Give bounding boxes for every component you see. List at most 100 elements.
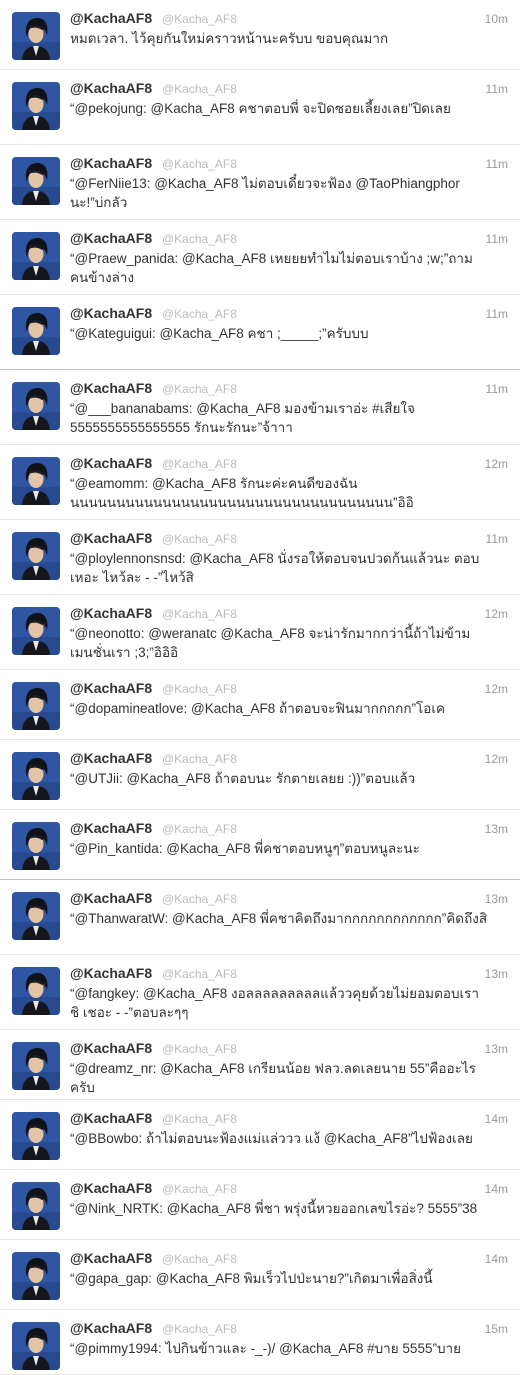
avatar[interactable]: [12, 682, 60, 730]
tweet-item[interactable]: @KachaAF8 @Kacha_AF8 14m “@BBowbo: ถ้าไม่ตอ…: [0, 1100, 520, 1170]
user-display-name[interactable]: @KachaAF8: [70, 1250, 152, 1266]
user-display-name[interactable]: @KachaAF8: [70, 10, 152, 26]
user-handle[interactable]: @Kacha_AF8: [162, 157, 237, 171]
user-display-name[interactable]: @KachaAF8: [70, 305, 152, 321]
tweet-timestamp[interactable]: 12m: [485, 682, 508, 696]
avatar[interactable]: [12, 532, 60, 580]
avatar[interactable]: [12, 607, 60, 655]
user-handle[interactable]: @Kacha_AF8: [162, 457, 237, 471]
tweet-timestamp[interactable]: 11m: [486, 307, 508, 321]
user-handle[interactable]: @Kacha_AF8: [162, 1042, 237, 1056]
user-handle[interactable]: @Kacha_AF8: [162, 892, 237, 906]
tweet-item[interactable]: @KachaAF8 @Kacha_AF8 15m “@pimmy1994: ไปกิน…: [0, 1310, 520, 1375]
tweet-item[interactable]: @KachaAF8 @Kacha_AF8 11m “@Praew_panida: @K…: [0, 220, 520, 295]
tweet-text: “@ThanwaratW: @Kacha_AF8 พี่คชาคิดถึงมาก…: [70, 911, 488, 926]
tweet-timestamp[interactable]: 11m: [486, 382, 508, 396]
avatar[interactable]: [12, 1112, 60, 1160]
avatar[interactable]: [12, 82, 60, 130]
avatar[interactable]: [12, 1252, 60, 1300]
user-handle[interactable]: @Kacha_AF8: [162, 382, 237, 396]
avatar[interactable]: [12, 822, 60, 870]
avatar[interactable]: [12, 307, 60, 355]
user-handle[interactable]: @Kacha_AF8: [162, 682, 237, 696]
tweet-timestamp[interactable]: 12m: [485, 607, 508, 621]
tweet-timestamp[interactable]: 11m: [486, 82, 508, 96]
tweet-timestamp[interactable]: 13m: [485, 1042, 508, 1056]
tweet-timestamp[interactable]: 11m: [486, 232, 508, 246]
user-display-name[interactable]: @KachaAF8: [70, 1040, 152, 1056]
avatar[interactable]: [12, 892, 60, 940]
user-handle[interactable]: @Kacha_AF8: [162, 1182, 237, 1196]
user-display-name[interactable]: @KachaAF8: [70, 155, 152, 171]
tweet-timestamp[interactable]: 15m: [485, 1322, 508, 1336]
tweet-item[interactable]: @KachaAF8 @Kacha_AF8 10m หมดเวลา. ไว้คุยกัน…: [0, 0, 520, 70]
tweet-item[interactable]: @KachaAF8 @Kacha_AF8 11m “@ploylennonsnsd: …: [0, 520, 520, 595]
user-handle[interactable]: @Kacha_AF8: [162, 752, 237, 766]
avatar[interactable]: [12, 967, 60, 1015]
tweet-timestamp[interactable]: 14m: [485, 1252, 508, 1266]
user-handle[interactable]: @Kacha_AF8: [162, 232, 237, 246]
avatar[interactable]: [12, 457, 60, 505]
user-handle[interactable]: @Kacha_AF8: [162, 1322, 237, 1336]
user-display-name[interactable]: @KachaAF8: [70, 530, 152, 546]
user-handle[interactable]: @Kacha_AF8: [162, 82, 237, 96]
avatar[interactable]: [12, 12, 60, 60]
tweet-item[interactable]: @KachaAF8 @Kacha_AF8 12m “@dopamineatlove: …: [0, 670, 520, 740]
tweet-timestamp[interactable]: 14m: [485, 1112, 508, 1126]
tweet-timestamp[interactable]: 13m: [485, 967, 508, 981]
tweet-item[interactable]: @KachaAF8 @Kacha_AF8 12m “@UTJii: @Kacha_AF…: [0, 740, 520, 810]
avatar[interactable]: [12, 1182, 60, 1230]
user-display-name[interactable]: @KachaAF8: [70, 965, 152, 981]
tweet-item[interactable]: @KachaAF8 @Kacha_AF8 14m “@gapa_gap: @Kacha…: [0, 1240, 520, 1310]
tweet-item[interactable]: @KachaAF8 @Kacha_AF8 13m “@Pin_kantida: @Ka…: [0, 810, 520, 880]
avatar[interactable]: [12, 1042, 60, 1090]
tweet-item[interactable]: @KachaAF8 @Kacha_AF8 11m “@pekojung: @Kacha…: [0, 70, 520, 145]
avatar[interactable]: [12, 157, 60, 205]
tweet-item[interactable]: @KachaAF8 @Kacha_AF8 13m “@fangkey: @Kacha_…: [0, 955, 520, 1030]
tweet-text: “@Pin_kantida: @Kacha_AF8 พี่คชาตอบหนูๆ”…: [70, 841, 420, 856]
tweet-timestamp[interactable]: 12m: [485, 752, 508, 766]
user-display-name[interactable]: @KachaAF8: [70, 380, 152, 396]
tweet-text: หมดเวลา. ไว้คุยกันใหม่คราวหน้านะครับบ ขอ…: [70, 31, 389, 46]
user-display-name[interactable]: @KachaAF8: [70, 80, 152, 96]
user-handle[interactable]: @Kacha_AF8: [162, 607, 237, 621]
user-handle[interactable]: @Kacha_AF8: [162, 12, 237, 26]
user-handle[interactable]: @Kacha_AF8: [162, 1252, 237, 1266]
tweet-timestamp[interactable]: 13m: [485, 822, 508, 836]
user-display-name[interactable]: @KachaAF8: [70, 820, 152, 836]
avatar[interactable]: [12, 752, 60, 800]
user-display-name[interactable]: @KachaAF8: [70, 890, 152, 906]
avatar[interactable]: [12, 232, 60, 280]
user-handle[interactable]: @Kacha_AF8: [162, 307, 237, 321]
avatar[interactable]: [12, 1322, 60, 1370]
tweet-timestamp[interactable]: 11m: [486, 157, 508, 171]
user-display-name[interactable]: @KachaAF8: [70, 1110, 152, 1126]
user-display-name[interactable]: @KachaAF8: [70, 605, 152, 621]
user-display-name[interactable]: @KachaAF8: [70, 680, 152, 696]
tweet-item[interactable]: @KachaAF8 @Kacha_AF8 11m “@Kateguigui: @Kac…: [0, 295, 520, 370]
tweet-item[interactable]: @KachaAF8 @Kacha_AF8 13m “@dreamz_nr: @Kach…: [0, 1030, 520, 1100]
user-display-name[interactable]: @KachaAF8: [70, 1320, 152, 1336]
tweet-timestamp[interactable]: 12m: [485, 457, 508, 471]
user-display-name[interactable]: @KachaAF8: [70, 1180, 152, 1196]
tweet-text: “@dopamineatlove: @Kacha_AF8 ถ้าตอบจะฟิน…: [70, 701, 446, 716]
tweet-item[interactable]: @KachaAF8 @Kacha_AF8 14m “@Nink_NRTK: @Kach…: [0, 1170, 520, 1240]
tweet-item[interactable]: @KachaAF8 @Kacha_AF8 11m “@___bananabams: @…: [0, 370, 520, 445]
tweet-text: “@pekojung: @Kacha_AF8 คชาตอบพี่ จะปิดซอ…: [70, 101, 451, 116]
tweet-timestamp[interactable]: 11m: [486, 532, 508, 546]
user-display-name[interactable]: @KachaAF8: [70, 455, 152, 471]
tweet-timestamp[interactable]: 10m: [485, 12, 508, 26]
tweet-timestamp[interactable]: 14m: [485, 1182, 508, 1196]
user-handle[interactable]: @Kacha_AF8: [162, 1112, 237, 1126]
tweet-item[interactable]: @KachaAF8 @Kacha_AF8 11m “@FerNiie13: @Kach…: [0, 145, 520, 220]
tweet-item[interactable]: @KachaAF8 @Kacha_AF8 12m “@eamomm: @Kacha_A…: [0, 445, 520, 520]
user-display-name[interactable]: @KachaAF8: [70, 750, 152, 766]
user-handle[interactable]: @Kacha_AF8: [162, 967, 237, 981]
user-handle[interactable]: @Kacha_AF8: [162, 822, 237, 836]
user-display-name[interactable]: @KachaAF8: [70, 230, 152, 246]
tweet-timestamp[interactable]: 13m: [485, 892, 508, 906]
user-handle[interactable]: @Kacha_AF8: [162, 532, 237, 546]
tweet-item[interactable]: @KachaAF8 @Kacha_AF8 13m “@ThanwaratW: @Kac…: [0, 880, 520, 955]
tweet-item[interactable]: @KachaAF8 @Kacha_AF8 12m “@neonotto: @weran…: [0, 595, 520, 670]
avatar[interactable]: [12, 382, 60, 430]
